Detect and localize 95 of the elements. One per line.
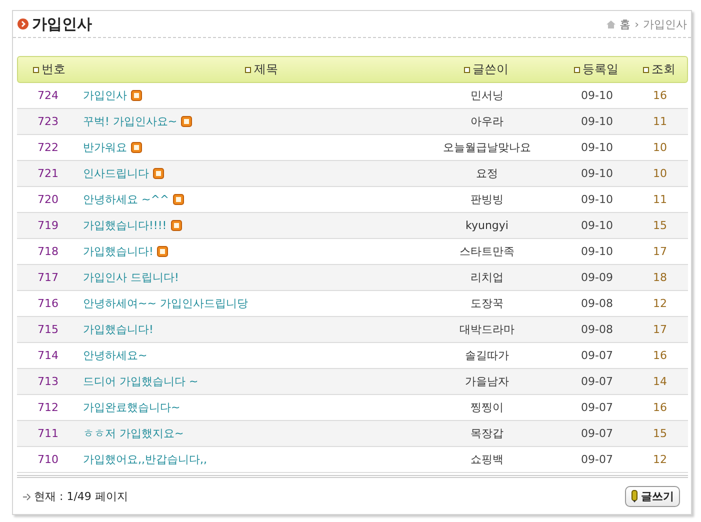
post-number: 712	[38, 401, 58, 414]
post-number: 713	[38, 375, 58, 388]
square-bullet-icon	[642, 66, 648, 72]
post-date: 09-07	[581, 349, 613, 362]
post-number: 715	[38, 323, 58, 336]
post-date: 09-10	[581, 193, 613, 206]
column-header: 글쓴이	[472, 61, 508, 78]
post-title-link[interactable]: 가입했습니다!	[83, 244, 154, 259]
square-bullet-icon	[245, 66, 251, 72]
post-title-link[interactable]: 꾸벅! 가입인사요~	[83, 114, 178, 129]
post-title-link[interactable]: ㅎㅎ저 가입했지요~	[83, 426, 184, 441]
post-title-link[interactable]: 안녕하세여~~ 가입인사드립니당	[83, 296, 248, 311]
square-bullet-icon	[574, 66, 580, 72]
post-date: 09-09	[581, 271, 613, 284]
view-count: 15	[653, 219, 667, 232]
post-number: 724	[38, 89, 58, 102]
post-date: 09-10	[581, 245, 613, 258]
post-date: 09-07	[581, 401, 613, 414]
author-name: 쇼핑백	[470, 452, 504, 467]
author-name: kyungyi	[466, 219, 508, 232]
breadcrumb-separator: ›	[634, 18, 639, 30]
board-title: 가입인사	[32, 14, 92, 34]
view-count: 18	[653, 271, 667, 284]
view-count: 16	[653, 401, 667, 414]
post-title-link[interactable]: 가입인사 드립니다!	[83, 270, 179, 285]
post-date: 09-10	[581, 115, 613, 128]
post-title-link[interactable]: 인사드립니다	[83, 166, 149, 181]
view-count: 10	[653, 141, 667, 154]
post-date: 09-10	[581, 89, 613, 102]
author-name: 도장꾹	[470, 296, 504, 311]
view-count: 16	[653, 349, 667, 362]
post-title-link[interactable]: 가입완료했습니다~	[83, 400, 180, 415]
author-name: 오늘월급날맞나요	[443, 140, 531, 155]
post-number: 723	[38, 115, 58, 128]
square-bullet-icon	[464, 66, 470, 72]
square-bullet-icon	[32, 66, 38, 72]
post-date: 09-10	[581, 219, 613, 232]
post-number: 711	[38, 427, 58, 440]
post-title-link[interactable]: 안녕하세요 ~^^	[83, 192, 170, 207]
write-button[interactable]: 글쓰기	[625, 486, 680, 507]
post-date: 09-10	[581, 167, 613, 180]
post-title-link[interactable]: 가입했습니다!	[83, 322, 154, 337]
author-name: 목장갑	[470, 426, 504, 441]
author-name: 스타트만족	[460, 244, 514, 259]
author-name: 요정	[476, 166, 498, 181]
post-date: 09-10	[581, 141, 613, 154]
post-date: 09-07	[581, 427, 613, 440]
post-number: 722	[38, 141, 58, 154]
view-count: 17	[653, 245, 667, 258]
post-date: 09-08	[581, 323, 613, 336]
pencil-icon	[631, 490, 638, 503]
author-name: 민서닝	[470, 88, 504, 103]
page-info: 현재 : 1/49 페이지	[34, 489, 128, 504]
post-number: 710	[38, 453, 58, 466]
post-number: 718	[38, 245, 58, 258]
view-count: 14	[653, 375, 667, 388]
column-header: 제목	[254, 61, 278, 78]
column-header: 등록일	[582, 61, 618, 78]
post-date: 09-08	[581, 297, 613, 310]
author-name: 아우라	[470, 114, 504, 129]
post-number: 717	[38, 271, 58, 284]
post-title-link[interactable]: 가입했습니다!!!!	[83, 218, 167, 233]
author-name: 리치업	[470, 270, 504, 285]
column-header: 번호	[42, 61, 66, 78]
view-count: 11	[653, 115, 667, 128]
post-title-link[interactable]: 가입인사	[83, 88, 127, 103]
view-count: 12	[653, 453, 667, 466]
view-count: 15	[653, 427, 667, 440]
post-title-link[interactable]: 안녕하세요~	[83, 348, 148, 363]
breadcrumb-link[interactable]: 홈	[620, 16, 631, 32]
post-number: 716	[38, 297, 58, 310]
post-title-link[interactable]: 드디어 가입했습니다 ~	[83, 374, 198, 389]
column-header: 조회	[652, 61, 676, 78]
post-number: 721	[38, 167, 58, 180]
author-name: 판빙빙	[470, 192, 504, 207]
post-title-link[interactable]: 가입했어요,,반갑습니다,,	[83, 452, 207, 467]
post-number: 720	[38, 193, 58, 206]
bullet-icon	[17, 18, 29, 30]
view-count: 17	[653, 323, 667, 336]
home-icon	[606, 20, 616, 28]
arrow-icon	[23, 492, 31, 500]
author-name: 솔길따가	[465, 348, 509, 363]
author-name: 찡찡이	[470, 400, 504, 415]
view-count: 16	[653, 89, 667, 102]
post-date: 09-07	[581, 375, 613, 388]
post-number: 719	[38, 219, 58, 232]
view-count: 12	[653, 297, 667, 310]
view-count: 10	[653, 167, 667, 180]
post-title-link[interactable]: 반가워요	[83, 140, 127, 155]
view-count: 11	[653, 193, 667, 206]
post-number: 714	[38, 349, 58, 362]
breadcrumb-link[interactable]: 가입인사	[643, 16, 687, 32]
author-name: 가을남자	[465, 374, 509, 389]
post-date: 09-07	[581, 453, 613, 466]
author-name: 대박드라마	[460, 322, 514, 337]
